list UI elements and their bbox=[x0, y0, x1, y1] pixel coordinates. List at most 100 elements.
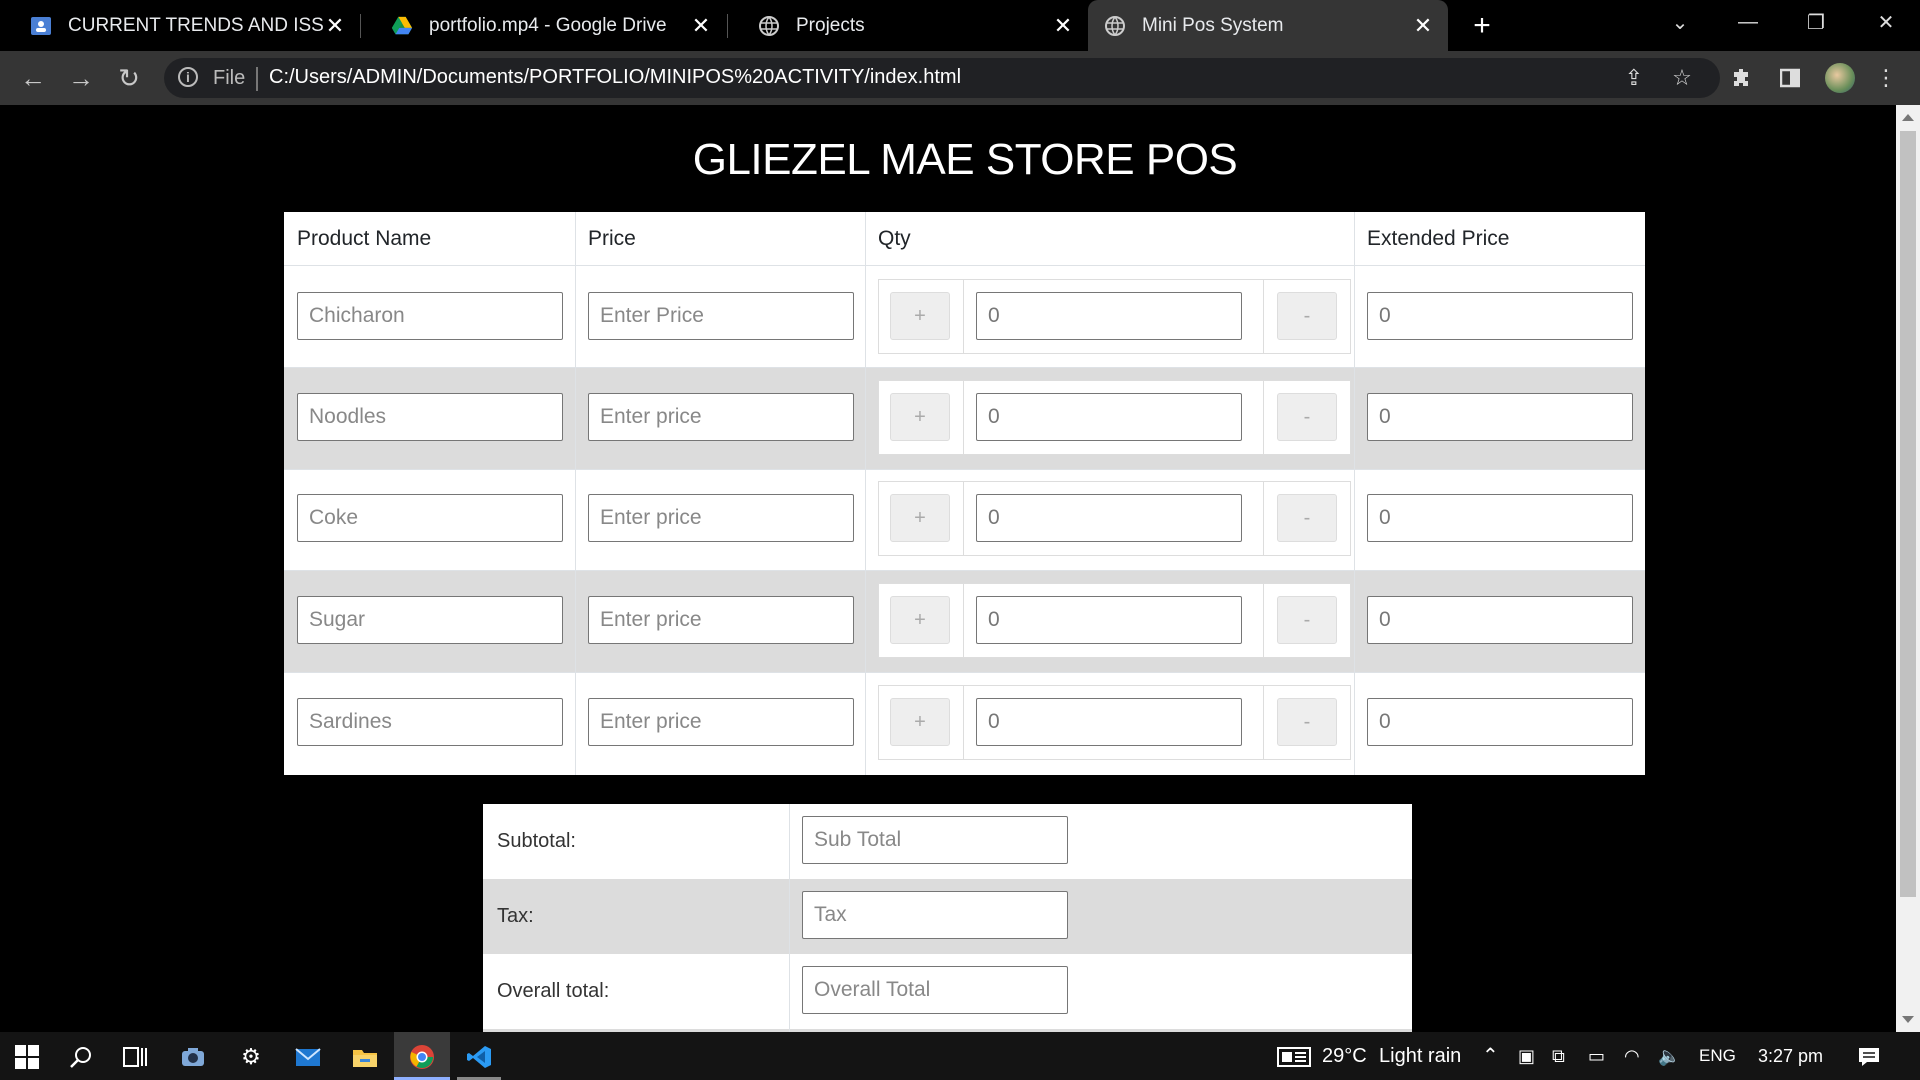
share-icon[interactable]: ⇪ bbox=[1620, 64, 1648, 92]
decrement-button[interactable]: - bbox=[1277, 393, 1337, 441]
table-row: Noodles Enter price + 0 - 0 bbox=[284, 367, 1645, 469]
overall-total-label: Overall total: bbox=[497, 980, 610, 1002]
quantity-stepper: + 0 - bbox=[878, 481, 1351, 556]
tab-strip: CURRENT TRENDS AND ISSUES E ✕ portfolio.… bbox=[0, 0, 1920, 51]
decrement-button[interactable]: - bbox=[1277, 292, 1337, 340]
increment-button[interactable]: + bbox=[890, 292, 950, 340]
overall-total-row: Overall total: Overall Total bbox=[483, 954, 1412, 1029]
increment-button[interactable]: + bbox=[890, 494, 950, 542]
stepper-divider bbox=[963, 482, 964, 555]
close-icon[interactable]: ✕ bbox=[1412, 13, 1434, 38]
price-input[interactable]: Enter price bbox=[588, 393, 854, 441]
quantity-input[interactable]: 0 bbox=[976, 596, 1242, 644]
extensions-icon[interactable] bbox=[1728, 64, 1756, 92]
extended-price-input[interactable]: 0 bbox=[1367, 596, 1633, 644]
weather-description[interactable]: Light rain bbox=[1379, 1032, 1461, 1080]
settings-gear-icon[interactable]: ⚙ bbox=[236, 1042, 266, 1072]
globe-icon bbox=[1104, 15, 1126, 37]
task-view-icon[interactable] bbox=[120, 1042, 150, 1072]
chevron-up-icon[interactable]: ⌃ bbox=[1482, 1032, 1499, 1080]
tab-mini-pos-system[interactable]: Mini Pos System ✕ bbox=[1088, 0, 1448, 51]
chrome-icon[interactable] bbox=[407, 1042, 437, 1072]
minimize-button[interactable]: — bbox=[1718, 0, 1778, 44]
clock[interactable]: 3:27 pm bbox=[1758, 1032, 1823, 1080]
subtotal-input[interactable]: Sub Total bbox=[802, 816, 1068, 864]
decrement-button[interactable]: - bbox=[1277, 698, 1337, 746]
stepper-divider bbox=[1263, 686, 1264, 759]
product-name-input[interactable]: Sardines bbox=[297, 698, 563, 746]
close-icon[interactable]: ✕ bbox=[1052, 13, 1074, 38]
notifications-icon[interactable] bbox=[1854, 1042, 1884, 1072]
tab-current-trends[interactable]: CURRENT TRENDS AND ISSUES E ✕ bbox=[0, 0, 360, 51]
table-row: Chicharon Enter Price + 0 - 0 bbox=[284, 266, 1645, 367]
extended-price-input[interactable]: 0 bbox=[1367, 494, 1633, 542]
tab-title: Projects bbox=[796, 14, 865, 36]
address-bar[interactable]: i File C:/Users/ADMIN/Documents/PORTFOLI… bbox=[164, 58, 1720, 98]
extended-price-input[interactable]: 0 bbox=[1367, 393, 1633, 441]
decrement-button[interactable]: - bbox=[1277, 494, 1337, 542]
menu-kebab-icon[interactable]: ⋮ bbox=[1872, 64, 1900, 92]
language-indicator[interactable]: ENG bbox=[1699, 1032, 1736, 1080]
restore-button[interactable]: ❐ bbox=[1786, 0, 1846, 44]
close-icon[interactable]: ✕ bbox=[690, 13, 712, 38]
meet-now-icon[interactable]: ▣ bbox=[1518, 1032, 1535, 1080]
product-name-input[interactable]: Coke bbox=[297, 494, 563, 542]
price-input[interactable]: Enter price bbox=[588, 596, 854, 644]
weather-temperature[interactable]: 29°C bbox=[1322, 1032, 1367, 1080]
windows-start-icon[interactable] bbox=[12, 1042, 42, 1072]
extended-price-input[interactable]: 0 bbox=[1367, 292, 1633, 340]
increment-button[interactable]: + bbox=[890, 596, 950, 644]
search-icon[interactable] bbox=[66, 1042, 96, 1072]
stepper-divider bbox=[1263, 482, 1264, 555]
close-window-button[interactable]: ✕ bbox=[1856, 0, 1916, 44]
product-name-input[interactable]: Sugar bbox=[297, 596, 563, 644]
product-name-input[interactable]: Chicharon bbox=[297, 292, 563, 340]
quantity-input[interactable]: 0 bbox=[976, 494, 1242, 542]
wifi-icon[interactable]: ◠ bbox=[1624, 1032, 1640, 1080]
price-input[interactable]: Enter price bbox=[588, 494, 854, 542]
quantity-input[interactable]: 0 bbox=[976, 393, 1242, 441]
mail-icon[interactable] bbox=[293, 1042, 323, 1072]
subtotal-row: Subtotal: Sub Total bbox=[483, 804, 1412, 879]
file-explorer-icon[interactable] bbox=[350, 1042, 380, 1072]
tab-google-drive[interactable]: portfolio.mp4 - Google Drive ✕ bbox=[361, 0, 726, 51]
classroom-icon bbox=[30, 15, 52, 37]
address-url[interactable]: C:/Users/ADMIN/Documents/PORTFOLIO/MINIP… bbox=[269, 66, 961, 89]
price-input[interactable]: Enter price bbox=[588, 698, 854, 746]
security-icon[interactable]: ⧉ bbox=[1552, 1032, 1565, 1080]
increment-button[interactable]: + bbox=[890, 698, 950, 746]
price-input[interactable]: Enter Price bbox=[588, 292, 854, 340]
tab-search-icon[interactable]: ⌄ bbox=[1650, 0, 1710, 44]
address-scheme-label: File bbox=[213, 67, 246, 89]
side-panel-icon[interactable] bbox=[1776, 64, 1804, 92]
scroll-down-arrow-icon[interactable] bbox=[1902, 1016, 1914, 1023]
forward-arrow-icon[interactable]: → bbox=[66, 63, 96, 93]
table-row: Coke Enter price + 0 - 0 bbox=[284, 469, 1645, 570]
quantity-input[interactable]: 0 bbox=[976, 698, 1242, 746]
close-icon[interactable]: ✕ bbox=[324, 13, 346, 38]
back-arrow-icon[interactable]: ← bbox=[18, 63, 48, 93]
new-tab-button[interactable]: + bbox=[1466, 9, 1498, 42]
stepper-divider bbox=[1263, 381, 1264, 454]
scroll-up-arrow-icon[interactable] bbox=[1902, 114, 1914, 121]
weather-news-icon[interactable] bbox=[1276, 1042, 1312, 1072]
extended-price-input[interactable]: 0 bbox=[1367, 698, 1633, 746]
decrement-button[interactable]: - bbox=[1277, 596, 1337, 644]
volume-icon[interactable]: 🔈 bbox=[1658, 1032, 1680, 1080]
overall-total-input[interactable]: Overall Total bbox=[802, 966, 1068, 1014]
product-name-input[interactable]: Noodles bbox=[297, 393, 563, 441]
star-icon[interactable]: ☆ bbox=[1668, 64, 1696, 92]
vscode-icon[interactable] bbox=[464, 1042, 494, 1072]
battery-icon[interactable]: ▭ bbox=[1588, 1032, 1605, 1080]
increment-button[interactable]: + bbox=[890, 393, 950, 441]
scroll-thumb[interactable] bbox=[1900, 131, 1916, 897]
reload-icon[interactable]: ↻ bbox=[114, 63, 144, 93]
info-icon[interactable]: i bbox=[178, 67, 198, 87]
camera-icon[interactable] bbox=[178, 1042, 208, 1072]
quantity-input[interactable]: 0 bbox=[976, 292, 1242, 340]
tax-input[interactable]: Tax bbox=[802, 891, 1068, 939]
table-row: Sugar Enter price + 0 - 0 bbox=[284, 570, 1645, 672]
page-scrollbar[interactable] bbox=[1896, 105, 1920, 1032]
profile-avatar[interactable] bbox=[1825, 63, 1855, 93]
tab-projects[interactable]: Projects ✕ bbox=[728, 0, 1088, 51]
